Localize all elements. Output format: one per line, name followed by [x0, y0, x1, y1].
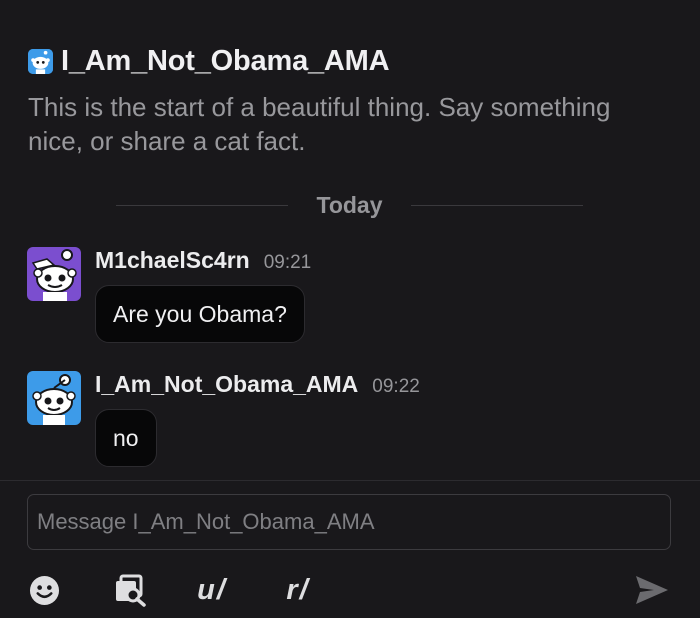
- emoji-button[interactable]: [27, 566, 61, 614]
- composer-toolbar: u/ r/: [0, 566, 700, 614]
- message-item: M1chaelSc4rn 09:21 Are you Obama?: [27, 247, 311, 343]
- message-bubble[interactable]: no: [95, 409, 157, 467]
- avatar[interactable]: [27, 247, 81, 301]
- message-time: 09:21: [263, 252, 312, 273]
- message-meta: I_Am_Not_Obama_AMA 09:22: [95, 371, 420, 401]
- message-item: I_Am_Not_Obama_AMA 09:22 no: [27, 371, 420, 467]
- message-author[interactable]: M1chaelSc4rn: [95, 247, 250, 274]
- send-button[interactable]: [632, 566, 672, 614]
- conversation-intro: This is the start of a beautiful thing. …: [28, 92, 611, 156]
- snoo-avatar-icon: [27, 371, 81, 425]
- conversation-title: I_Am_Not_Obama_AMA: [61, 44, 390, 77]
- title-row: I_Am_Not_Obama_AMA: [28, 44, 680, 78]
- avatar[interactable]: [27, 371, 81, 425]
- emoji-icon: [29, 575, 59, 605]
- image-search-icon: [116, 574, 146, 607]
- message-meta: M1chaelSc4rn 09:21: [95, 247, 311, 277]
- message-bubble[interactable]: Are you Obama?: [95, 285, 305, 343]
- user-mention-button[interactable]: u/: [194, 566, 230, 614]
- title-avatar[interactable]: [28, 48, 53, 74]
- subreddit-mention-label: r/: [286, 573, 310, 606]
- composer-divider: [0, 480, 700, 481]
- message-author[interactable]: I_Am_Not_Obama_AMA: [95, 371, 358, 398]
- send-icon: [636, 576, 668, 604]
- snoo-avatar-icon: [27, 247, 81, 301]
- divider-line: [410, 204, 583, 206]
- message-body: M1chaelSc4rn 09:21 Are you Obama?: [95, 247, 311, 343]
- message-time: 09:22: [372, 376, 420, 397]
- user-mention-label: u/: [197, 573, 227, 606]
- date-divider: Today: [116, 188, 583, 222]
- image-search-button[interactable]: [112, 566, 148, 614]
- date-label: Today: [316, 191, 383, 218]
- message-body: I_Am_Not_Obama_AMA 09:22 no: [95, 371, 420, 467]
- snoo-avatar-icon: [28, 48, 53, 74]
- message-input[interactable]: [28, 495, 670, 549]
- message-composer: [27, 494, 671, 550]
- subreddit-mention-button[interactable]: r/: [281, 566, 315, 614]
- divider-line: [116, 204, 289, 206]
- chat-header: I_Am_Not_Obama_AMA This is the start of …: [28, 44, 680, 158]
